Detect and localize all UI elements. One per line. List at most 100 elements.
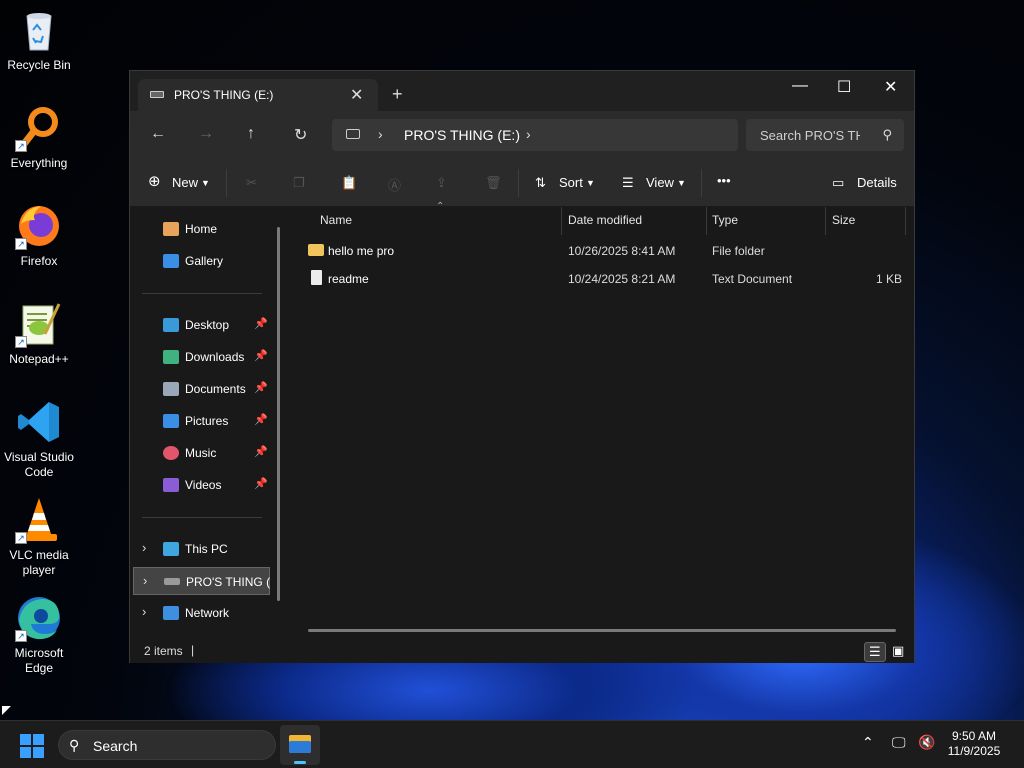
pin-icon[interactable]: 📌	[254, 477, 268, 490]
column-header-type[interactable]: Type	[712, 213, 738, 227]
desktop-icon-everything[interactable]: ↗ Everything	[2, 104, 76, 171]
cut-icon[interactable]: ✂	[246, 175, 257, 191]
column-divider[interactable]	[825, 207, 826, 235]
close-window-button[interactable]: ✕	[884, 77, 897, 97]
desktop-icon-vscode[interactable]: Visual Studio Code	[2, 398, 76, 480]
forward-button[interactable]: →	[198, 125, 214, 143]
edge-icon: ↗	[15, 594, 63, 642]
column-header-size[interactable]: Size	[832, 213, 855, 227]
view-icon[interactable]: ☰	[622, 175, 634, 191]
sidebar-item-network[interactable]: › Network	[130, 599, 280, 627]
column-divider[interactable]	[905, 207, 906, 235]
chevron-right-icon[interactable]: ›	[378, 126, 383, 142]
expand-chevron-icon[interactable]: ›	[142, 540, 146, 555]
desktop-icon-recycle-bin[interactable]: Recycle Bin	[2, 6, 76, 73]
paste-icon[interactable]: 📋	[341, 175, 357, 191]
desktop-icon-label: Notepad++	[9, 352, 69, 366]
pin-icon[interactable]: 📌	[254, 445, 268, 458]
desktop-icon-label: Firefox	[20, 254, 58, 268]
sidebar-item-label: Home	[185, 222, 218, 236]
new-plus-icon[interactable]: ⊕	[148, 172, 161, 190]
pin-icon[interactable]: 📌	[254, 317, 268, 330]
file-row[interactable]: hello me pro 10/26/2025 8:41 AM File fol…	[288, 237, 908, 265]
desktop-icon-vlc[interactable]: ↗ VLC media player	[2, 496, 76, 578]
sidebar-item-videos[interactable]: Videos 📌	[130, 471, 280, 499]
details-button[interactable]: Details	[857, 175, 897, 190]
maximize-button[interactable]: ☐	[837, 77, 851, 97]
show-hidden-icons-chevron-icon[interactable]: ⌃	[862, 734, 874, 751]
desktop-icon-label: VLC media player	[9, 548, 69, 577]
sidebar-item-downloads[interactable]: Downloads 📌	[130, 343, 280, 371]
pin-icon[interactable]: 📌	[254, 381, 268, 394]
new-button[interactable]: New	[172, 175, 198, 190]
back-button[interactable]: ←	[150, 125, 166, 143]
taskbar-file-explorer[interactable]	[280, 725, 320, 765]
shortcut-arrow-icon: ↗	[15, 336, 27, 348]
minimize-button[interactable]: —	[792, 77, 808, 95]
pin-icon[interactable]: 📌	[254, 349, 268, 362]
address-bar[interactable]: › PRO'S THING (E:) ›	[332, 119, 738, 151]
column-divider[interactable]	[706, 207, 707, 235]
sidebar-scrollbar[interactable]	[277, 227, 280, 601]
divider	[701, 169, 702, 197]
tab-pros-thing[interactable]: PRO'S THING (E:) ✕	[138, 79, 378, 111]
expand-chevron-icon[interactable]: ›	[143, 573, 147, 588]
network-icon[interactable]: 🖵	[892, 734, 906, 751]
text-document-icon	[311, 270, 322, 285]
command-bar: ⊕ New ▼ ✂ ❐ 📋 Ⓐ ⇪ 🗑 ⇅ Sort ▼ ☰ View ▼ ••…	[130, 159, 914, 207]
breadcrumb-current[interactable]: PRO'S THING (E:)	[404, 127, 520, 143]
search-box[interactable]: Search PRO'S THING (E:) ⚲	[746, 119, 904, 151]
rename-icon[interactable]: Ⓐ	[388, 175, 401, 194]
recycle-bin-icon	[15, 6, 63, 54]
drive-icon	[164, 578, 180, 585]
share-icon[interactable]: ⇪	[436, 175, 447, 191]
sidebar-item-pictures[interactable]: Pictures 📌	[130, 407, 280, 435]
up-button[interactable]: ↑	[247, 125, 255, 143]
everything-search-icon: ↗	[15, 104, 63, 152]
chevron-down-icon[interactable]: ▼	[586, 178, 595, 188]
copy-icon[interactable]: ❐	[293, 175, 305, 191]
taskbar: ⚲ Search ⌃ 🖵 🔇 9:50 AM 11/9/2025	[0, 720, 1024, 768]
sidebar-item-music[interactable]: Music 📌	[130, 439, 280, 467]
details-view-button[interactable]: ☰	[864, 642, 886, 662]
delete-icon[interactable]: 🗑	[485, 175, 502, 191]
sidebar-item-desktop[interactable]: Desktop 📌	[130, 311, 280, 339]
sort-icon[interactable]: ⇅	[535, 175, 546, 191]
desktop-icon-edge[interactable]: ↗ Microsoft Edge	[2, 594, 76, 676]
close-tab-icon[interactable]: ✕	[350, 85, 363, 105]
desktop-icon-firefox[interactable]: ↗ Firefox	[2, 202, 76, 269]
pin-icon[interactable]: 📌	[254, 413, 268, 426]
sidebar-item-documents[interactable]: Documents 📌	[130, 375, 280, 403]
sidebar-item-this-pc[interactable]: › This PC	[130, 535, 280, 563]
file-name: hello me pro	[328, 244, 395, 258]
details-pane-icon[interactable]: ▭	[832, 175, 844, 191]
volume-muted-icon[interactable]: 🔇	[918, 734, 935, 751]
more-options-button[interactable]: •••	[717, 173, 731, 188]
new-tab-button[interactable]: +	[392, 84, 403, 105]
large-icons-view-button[interactable]: ▣	[888, 642, 910, 662]
refresh-button[interactable]: ↻	[294, 125, 307, 145]
column-header-name[interactable]: Name	[320, 213, 352, 227]
chevron-right-icon[interactable]: ›	[526, 126, 531, 142]
column-header-date[interactable]: Date modified	[568, 213, 642, 227]
desktop-icon-notepad-plus-plus[interactable]: ↗ Notepad++	[2, 300, 76, 367]
sidebar-item-gallery[interactable]: Gallery	[130, 247, 280, 275]
sidebar-item-pros-thing-drive[interactable]: › PRO'S THING (E:)	[133, 567, 270, 595]
sidebar-item-home[interactable]: Home	[130, 215, 280, 243]
sidebar-item-label: Gallery	[185, 254, 224, 268]
windows-logo-icon	[33, 734, 44, 745]
clock[interactable]: 9:50 AM 11/9/2025	[936, 729, 1012, 759]
taskbar-search-box[interactable]: ⚲ Search	[58, 730, 276, 760]
sort-indicator-icon: ⌃	[436, 201, 445, 212]
title-bar[interactable]: PRO'S THING (E:) ✕ + — ☐ ✕	[130, 71, 914, 111]
file-row[interactable]: readme 10/24/2025 8:21 AM Text Document …	[288, 265, 908, 293]
view-button[interactable]: View	[646, 175, 674, 190]
sort-button[interactable]: Sort	[559, 175, 583, 190]
expand-chevron-icon[interactable]: ›	[142, 604, 146, 619]
column-divider[interactable]	[561, 207, 562, 235]
chevron-down-icon[interactable]: ▼	[677, 178, 686, 188]
mouse-cursor	[2, 706, 11, 715]
chevron-down-icon[interactable]: ▼	[201, 178, 210, 188]
horizontal-scrollbar[interactable]	[308, 629, 896, 632]
start-button[interactable]	[20, 734, 44, 758]
